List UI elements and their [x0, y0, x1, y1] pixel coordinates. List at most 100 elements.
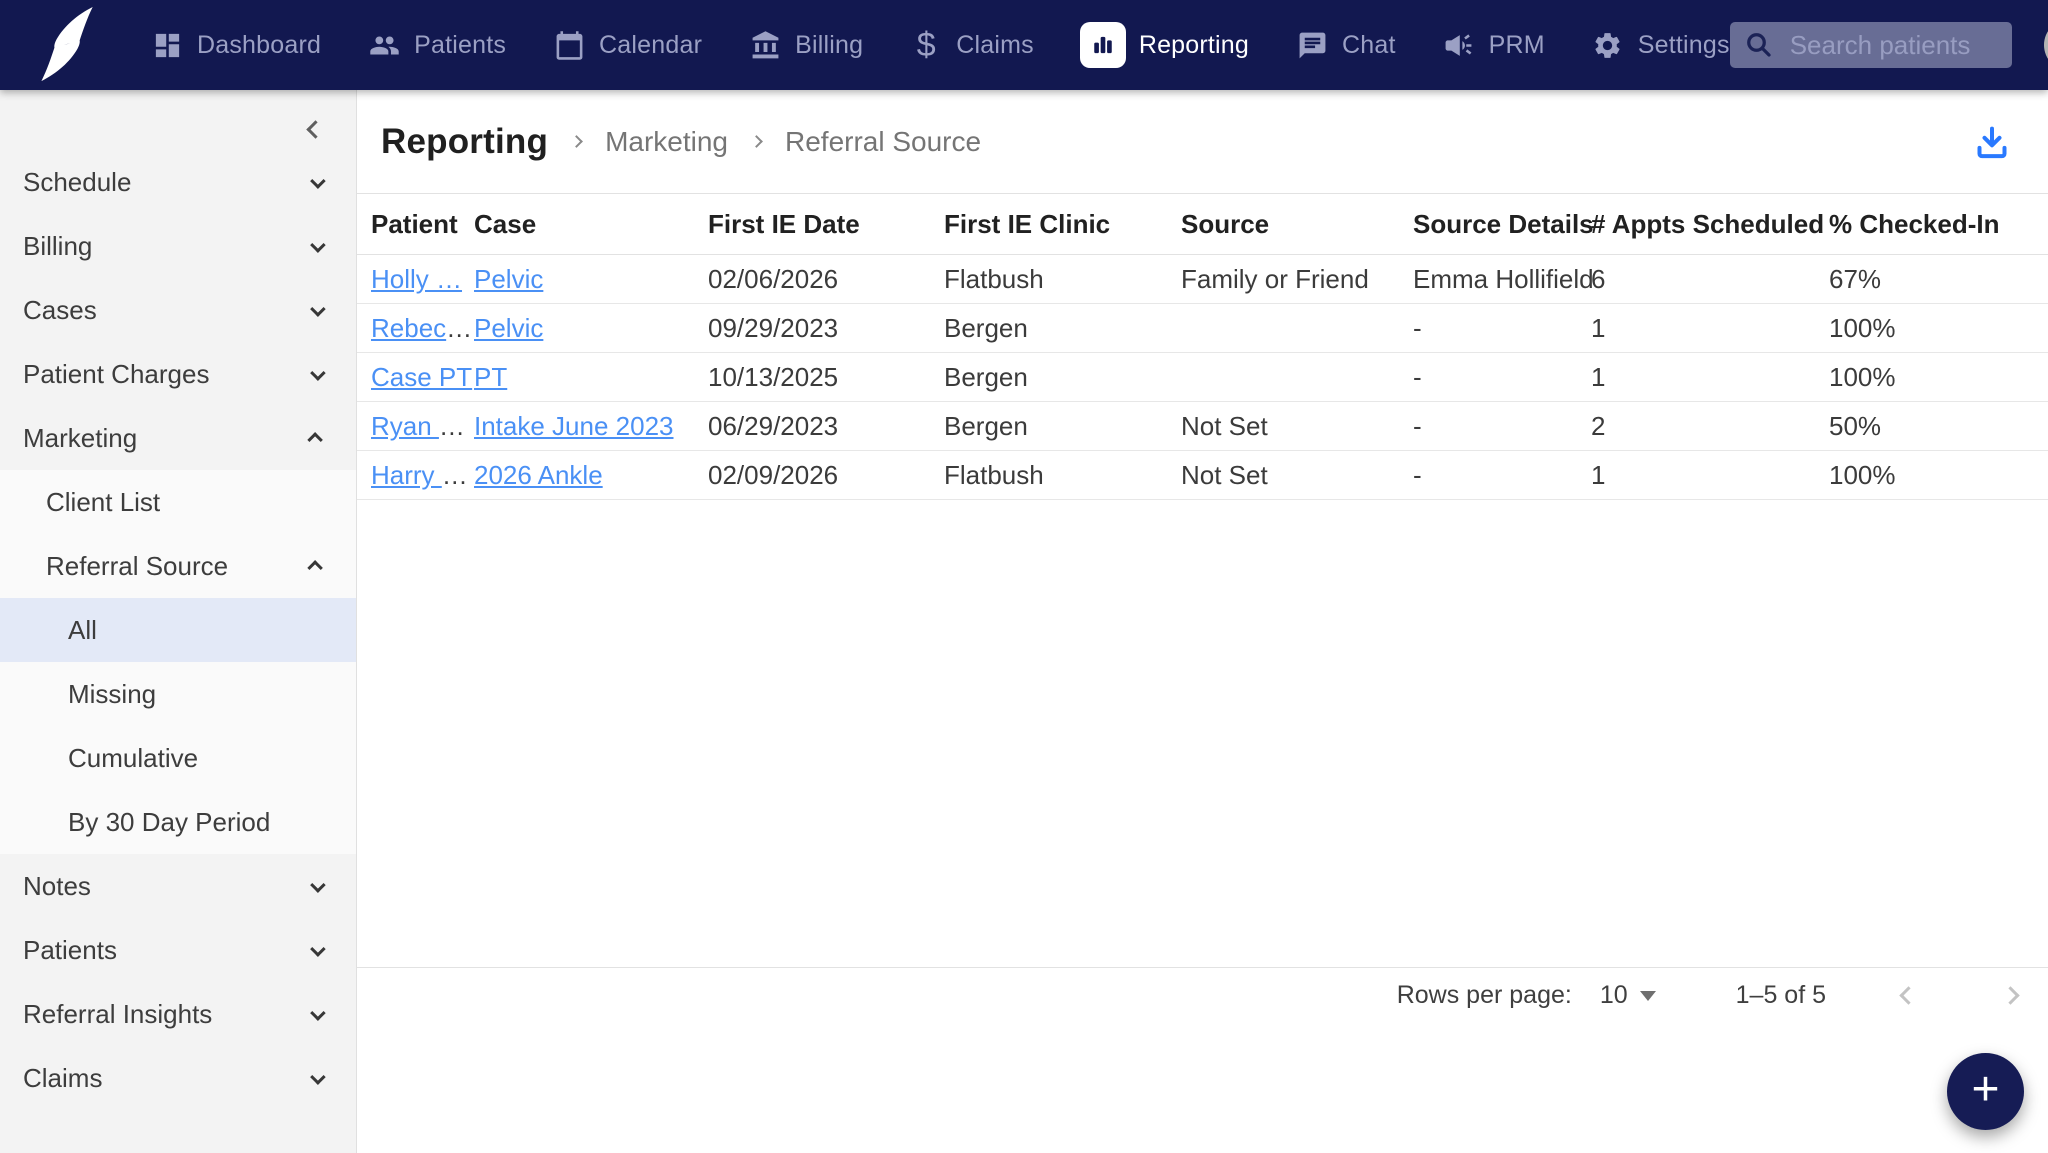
case-link[interactable]: Pelvic	[474, 264, 543, 294]
sidebar-item-label: Patient Charges	[23, 358, 210, 389]
sidebar-item-label: Referral Insights	[23, 998, 213, 1029]
download-button[interactable]	[1970, 120, 2014, 164]
case-link[interactable]: Pelvic	[474, 313, 543, 343]
sidebar-item-patient-charges[interactable]: Patient Charges	[0, 342, 356, 406]
sidebar-item-all[interactable]: All	[0, 598, 356, 662]
sidebar-item-label: Schedule	[23, 166, 132, 197]
rows-per-page-label: Rows per page:	[1396, 981, 1572, 1009]
sidebar-item-missing[interactable]: Missing	[0, 662, 356, 726]
nav-item-reporting[interactable]: Reporting	[1079, 22, 1250, 68]
column-header-first-ie-date: First IE Date	[708, 193, 944, 255]
case-link[interactable]: Intake June 2023	[474, 411, 674, 441]
checked-in-cell: 67%	[1829, 254, 2048, 304]
source-details-cell: -	[1413, 450, 1591, 500]
chevron-up-icon	[307, 559, 323, 576]
next-page-button[interactable]	[1990, 976, 2030, 1016]
column-header-patient: Patient	[357, 193, 474, 255]
nav-item-prm[interactable]: PRM	[1442, 28, 1545, 62]
first-ie-date-cell: 02/06/2026	[708, 254, 944, 304]
chevron-down-icon	[310, 940, 326, 957]
chevron-right-icon	[570, 135, 583, 148]
breadcrumb-referral-source[interactable]: Referral Source	[785, 126, 981, 158]
sidebar-item-schedule[interactable]: Schedule	[0, 150, 356, 214]
sidebar-item-cases[interactable]: Cases	[0, 278, 356, 342]
case-link[interactable]: 2026 Ankle	[474, 460, 603, 490]
chevron-right-icon	[2000, 986, 2020, 1005]
primary-nav: Dashboard Patients Calendar Billing $ Cl…	[150, 22, 1730, 68]
nav-item-calendar[interactable]: Calendar	[552, 28, 702, 62]
table-row: Harry B… 2026 Ankle 02/09/2026 Flatbush …	[357, 450, 2048, 500]
sidebar-item-label: By 30 Day Period	[68, 806, 271, 837]
patient-link[interactable]: Rebecc…	[371, 313, 474, 343]
sidebar-item-label: Claims	[23, 1062, 103, 1093]
sidebar-item-by-30-day-period[interactable]: By 30 Day Period	[0, 790, 356, 854]
search-icon	[1746, 33, 1771, 57]
patient-search-box[interactable]	[1729, 22, 2012, 68]
add-new-button[interactable]: +	[1947, 1053, 2024, 1130]
nav-item-label: Calendar	[599, 30, 703, 59]
nav-item-settings[interactable]: Settings	[1591, 28, 1730, 62]
nav-item-label: Chat	[1342, 30, 1396, 59]
bank-icon	[748, 28, 782, 62]
sidebar-item-cumulative[interactable]: Cumulative	[0, 726, 356, 790]
nav-item-patients[interactable]: Patients	[367, 28, 506, 62]
checked-in-cell: 100%	[1829, 352, 2048, 402]
column-header-case: Case	[474, 193, 708, 255]
patient-link[interactable]: Case PT	[371, 362, 472, 392]
calendar-icon	[552, 28, 586, 62]
sidebar-item-claims[interactable]: Claims	[0, 1046, 356, 1110]
sidebar: Schedule Billing Cases Patient Charges M…	[0, 90, 357, 1153]
rows-per-page-select[interactable]: 10	[1600, 981, 1656, 1010]
patient-link[interactable]: Harry B…	[371, 460, 474, 490]
sidebar-item-referral-insights[interactable]: Referral Insights	[0, 982, 356, 1046]
chevron-up-icon	[307, 431, 323, 448]
sidebar-item-billing[interactable]: Billing	[0, 214, 356, 278]
first-ie-clinic-cell: Bergen	[944, 401, 1181, 451]
sidebar-item-patients[interactable]: Patients	[0, 918, 356, 982]
bar-chart-icon	[1079, 22, 1126, 68]
previous-page-button[interactable]	[1888, 976, 1928, 1016]
first-ie-clinic-cell: Bergen	[944, 303, 1181, 353]
sidebar-item-marketing[interactable]: Marketing	[0, 406, 356, 470]
referral-source-table: Patient Case First IE Date First IE Clin…	[357, 193, 2048, 500]
first-ie-clinic-cell: Flatbush	[944, 254, 1181, 304]
people-icon	[367, 28, 401, 62]
nav-item-claims[interactable]: $ Claims	[909, 28, 1034, 62]
sidebar-item-label: Client List	[46, 486, 161, 517]
sidebar-item-notes[interactable]: Notes	[0, 854, 356, 918]
breadcrumb-reporting[interactable]: Reporting	[381, 122, 548, 162]
sidebar-item-referral-source[interactable]: Referral Source	[0, 534, 356, 598]
nav-item-dashboard[interactable]: Dashboard	[150, 28, 321, 62]
nav-item-label: Claims	[956, 30, 1034, 59]
case-link[interactable]: PT	[474, 362, 507, 392]
main-content: Reporting Marketing Referral Source Pati…	[357, 90, 2048, 1153]
source-details-cell: -	[1413, 401, 1591, 451]
sidebar-item-label: Referral Source	[46, 550, 229, 581]
app-logo-icon[interactable]	[28, 7, 108, 83]
nav-item-chat[interactable]: Chat	[1295, 28, 1396, 62]
source-cell: Family or Friend	[1181, 254, 1413, 304]
nav-item-billing[interactable]: Billing	[748, 28, 863, 62]
chevron-down-icon	[310, 876, 326, 893]
search-input[interactable]	[1789, 29, 1998, 61]
source-details-cell: -	[1413, 303, 1591, 353]
table-row: Ryan Li… Intake June 2023 06/29/2023 Ber…	[357, 401, 2048, 451]
nav-item-label: Patients	[414, 30, 507, 59]
nav-item-label: Reporting	[1138, 30, 1250, 59]
appts-scheduled-cell: 1	[1591, 303, 1829, 353]
sidebar-item-client-list[interactable]: Client List	[0, 470, 356, 534]
collapse-sidebar-icon[interactable]	[306, 119, 325, 139]
user-avatar[interactable]: EH	[2043, 19, 2048, 71]
chevron-down-icon	[310, 364, 326, 381]
source-cell: Not Set	[1181, 450, 1413, 500]
breadcrumb-marketing[interactable]: Marketing	[605, 126, 728, 158]
nav-item-label: Dashboard	[197, 30, 322, 59]
patient-link[interactable]: Ryan Li…	[371, 411, 474, 441]
rows-per-page-value: 10	[1599, 981, 1628, 1009]
sidebar-item-label: Cumulative	[68, 742, 199, 773]
patient-link[interactable]: Holly …	[371, 264, 462, 294]
sidebar-item-label: All	[68, 614, 97, 645]
column-header-appts-scheduled: # Appts Scheduled	[1591, 193, 1829, 255]
table-row: Rebecc… Pelvic 09/29/2023 Bergen - 1 100…	[357, 303, 2048, 353]
sidebar-item-label: Billing	[23, 230, 93, 261]
